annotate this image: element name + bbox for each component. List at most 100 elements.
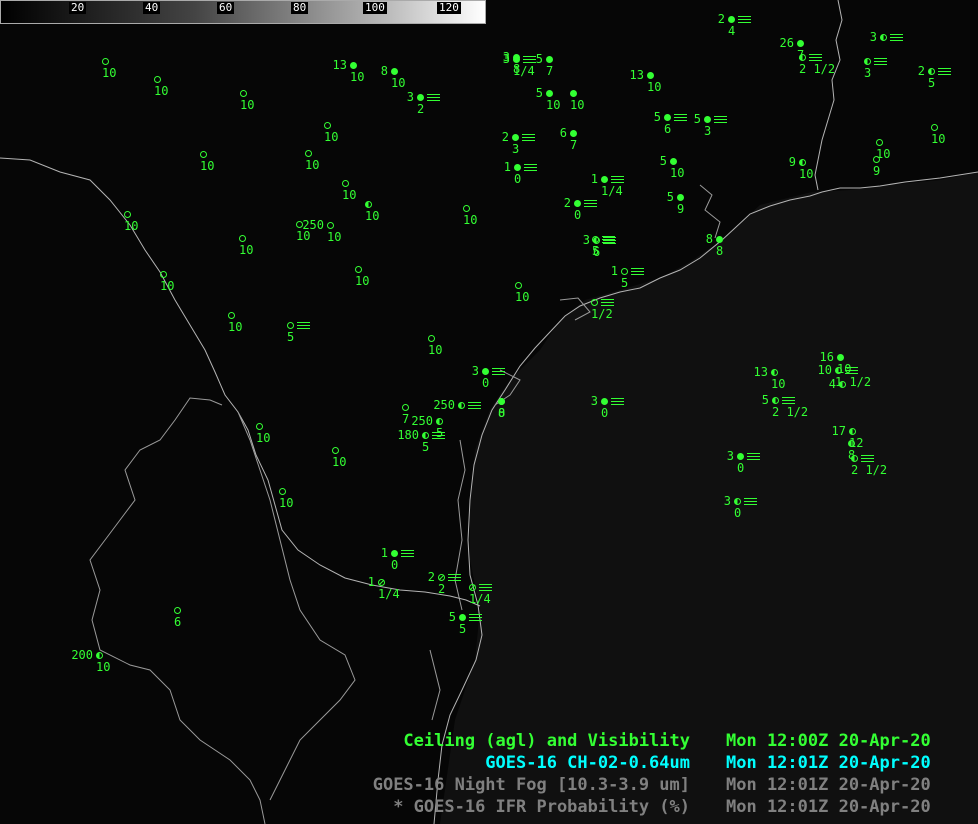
cloud-cover-icon [124,211,131,218]
station-ceiling: 3 [726,449,734,463]
fog-icon [611,176,624,183]
fog-icon [809,54,822,61]
cloud-cover-icon [837,354,844,361]
station-visibility: 10 [279,496,294,510]
fog-icon [427,94,440,101]
legend-row-ceiling: Ceiling (agl) and Visibility Mon 12:00Z … [300,730,970,752]
station-ceiling: 3 [723,494,731,508]
station-ceiling: 1 [380,546,388,560]
legend-title: Ceiling (agl) and Visibility [403,731,690,751]
station-ceiling: 3 [471,364,479,378]
cloud-cover-icon [391,550,398,557]
station-ceiling: 3 [406,90,414,104]
colorbar-tick: 60 [217,1,235,14]
cloud-cover-icon [96,652,103,659]
station-visibility: 3 [704,124,712,138]
cloud-cover-icon [772,397,779,404]
station-visibility: 5 [459,622,467,636]
station-visibility: 7 [402,412,410,426]
station-visibility: 10 [228,320,243,334]
fog-icon [738,16,751,23]
cloud-cover-icon [873,156,880,163]
station-visibility: 10 [332,455,347,469]
cloud-cover-icon [797,40,804,47]
station-ceiling: 8 [705,232,713,246]
cloud-cover-icon [647,72,654,79]
cloud-cover-icon [324,122,331,129]
cloud-cover-icon [402,404,409,411]
station-visibility: 10 [515,290,530,304]
station-visibility: 10 [350,70,365,84]
cloud-cover-icon [513,56,520,63]
gulf-water [440,172,978,824]
station-ceiling: 26 [779,36,794,50]
legend-time: Mon 12:01Z 20-Apr-20 [726,753,931,773]
cloud-cover-icon [928,68,935,75]
station-visibility: 10 [240,98,255,112]
fog-icon [890,34,903,41]
station-ceiling: 250 [411,414,433,428]
cloud-cover-icon [365,201,372,208]
colorbar-tick: 120 [437,1,461,14]
fog-icon [432,432,445,439]
station-ceiling: 1 [503,160,511,174]
fog-icon [468,402,481,409]
cloud-cover-icon [160,271,167,278]
station-visibility: 10 [670,166,685,180]
cloud-cover-icon [931,124,938,131]
cloud-cover-icon [305,150,312,157]
station-visibility: 10 [428,343,443,357]
station-visibility: 8 [716,244,724,258]
fog-icon [601,299,614,306]
station-visibility: 0 [737,461,745,475]
station-visibility: 1/4 [469,592,491,606]
station-visibility: 1/4 [378,587,400,601]
legend-title: * GOES-16 IFR Probability (%) [393,797,690,817]
station-visibility: 10 [931,132,946,146]
satellite-map-viewer[interactable]: 20 40 60 80 100 120 2 4 3 8 10 10 13 10 8 10 3 1/4 5… [0,0,978,824]
station-visibility: 10 [355,274,370,288]
cloud-cover-icon [601,176,608,183]
station-visibility: 2 [438,582,446,596]
cloud-cover-icon [546,90,553,97]
station-ceiling: 4 [828,377,836,391]
fog-icon [874,58,887,65]
station-visibility: 2 1/2 [772,405,809,419]
cloud-cover-icon [771,369,778,376]
station-visibility: 10 [124,219,139,233]
station-ceiling: 8 [380,64,388,78]
station-ceiling: 1 [590,172,598,186]
cloud-cover-icon [463,205,470,212]
station-visibility: 3 [512,142,520,156]
cloud-cover-icon [664,114,671,121]
station-visibility: 10 [296,229,311,243]
station-ceiling: 5 [535,86,543,100]
cloud-cover-icon [515,282,522,289]
station-ceiling: 3 [590,394,598,408]
fog-icon [584,200,597,207]
station-ceiling: 250 [433,398,455,412]
cloud-cover-icon [482,368,489,375]
cloud-cover-icon [670,158,677,165]
legend: Ceiling (agl) and Visibility Mon 12:00Z … [300,730,970,818]
station-visibility: 10 [305,158,320,172]
cloud-cover-icon [570,90,577,97]
station-visibility: 7 [546,64,554,78]
cloud-cover-icon [350,62,357,69]
state-border-tx-la [814,0,843,191]
station-visibility: 9 [677,202,685,216]
station-visibility: 10 [154,84,169,98]
station-ceiling: 2 [717,12,725,26]
station-ceiling: 5 [448,610,456,624]
station-visibility: 7 [570,138,578,152]
colorbar-tick: 20 [69,1,87,14]
cloud-cover-icon [799,54,806,61]
cloud-cover-icon [327,222,334,229]
fog-icon [631,268,644,275]
fog-icon [522,134,535,141]
station-ceiling: 5 [653,110,661,124]
cloud-cover-icon [256,423,263,430]
station-visibility: 0 [391,558,399,572]
cloud-cover-icon [391,68,398,75]
station-visibility: 10 [365,209,380,223]
